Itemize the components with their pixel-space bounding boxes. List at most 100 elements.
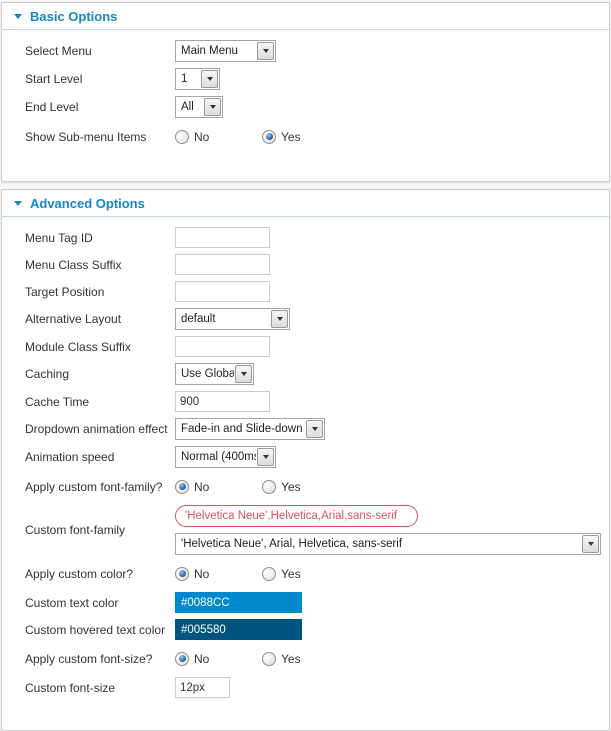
yes-radio[interactable] [262, 480, 276, 494]
custom-hover-color-label: Custom hovered text color [25, 623, 175, 637]
apply-font-size-label: Apply custom font-size? [25, 652, 175, 666]
selected-value: Normal (400ms) [176, 447, 256, 467]
start-level-dropdown[interactable]: 1 [175, 68, 220, 90]
start-level-label: Start Level [25, 72, 175, 86]
field-row: Start Level 1 [25, 68, 599, 90]
field-row: Animation speed Normal (400ms) [25, 446, 599, 468]
field-row: Apply custom color? No Yes [25, 563, 599, 584]
field-row: Dropdown animation effect Fade-in and Sl… [25, 418, 599, 440]
show-submenu-label: Show Sub-menu Items [25, 130, 175, 144]
field-row: Select Menu Main Menu [25, 40, 599, 62]
no-radio[interactable] [175, 130, 189, 144]
chevron-down-icon [257, 448, 274, 466]
advanced-options-body: Menu Tag ID Menu Class Suffix Target Pos… [2, 217, 609, 730]
chevron-down-icon [201, 70, 218, 88]
target-position-input[interactable] [175, 281, 270, 302]
custom-text-color-label: Custom text color [25, 596, 175, 610]
alternative-layout-label: Alternative Layout [25, 312, 175, 326]
apply-color-label: Apply custom color? [25, 567, 175, 581]
selected-value: Fade-in and Slide-down [176, 419, 305, 439]
animation-speed-label: Animation speed [25, 450, 175, 464]
field-row: End Level All [25, 96, 599, 118]
basic-options-body: Select Menu Main Menu Start Level 1 End … [2, 30, 609, 181]
custom-hover-color-input[interactable] [175, 619, 302, 640]
advanced-options-header[interactable]: Advanced Options [2, 190, 609, 217]
dropdown-animation-label: Dropdown animation effect [25, 422, 175, 436]
no-radio-label: No [194, 567, 209, 581]
animation-speed-dropdown[interactable]: Normal (400ms) [175, 446, 276, 468]
no-radio[interactable] [175, 567, 189, 581]
show-submenu-radio-group: No Yes [175, 130, 301, 144]
end-level-label: End Level [25, 100, 175, 114]
menu-tag-id-label: Menu Tag ID [25, 231, 175, 245]
collapse-caret-icon [14, 14, 22, 19]
field-row: Apply custom font-size? No Yes [25, 648, 599, 669]
select-menu-dropdown[interactable]: Main Menu [175, 40, 276, 62]
chevron-down-icon [582, 535, 599, 553]
field-row: Cache Time [25, 391, 599, 412]
no-radio-label: No [194, 480, 209, 494]
dropdown-animation-dropdown[interactable]: Fade-in and Slide-down [175, 418, 325, 440]
selected-value: default [176, 309, 221, 329]
chevron-down-icon [271, 310, 288, 328]
chevron-down-icon [257, 42, 274, 60]
yes-radio-label: Yes [281, 480, 301, 494]
selected-value: Use Global [176, 364, 234, 384]
alternative-layout-dropdown[interactable]: default [175, 308, 290, 330]
caching-label: Caching [25, 367, 175, 381]
selected-value: Main Menu [176, 41, 243, 61]
custom-font-family-input[interactable] [175, 505, 418, 527]
basic-options-header[interactable]: Basic Options [2, 3, 609, 30]
field-row: Caching Use Global [25, 363, 599, 385]
field-row: Custom text color [25, 592, 599, 613]
apply-font-size-radio-group: No Yes [175, 652, 301, 666]
collapse-caret-icon [14, 201, 22, 206]
cache-time-label: Cache Time [25, 395, 175, 409]
basic-options-panel: Basic Options Select Menu Main Menu Star… [1, 2, 610, 182]
target-position-label: Target Position [25, 285, 175, 299]
module-class-suffix-label: Module Class Suffix [25, 340, 175, 354]
no-radio[interactable] [175, 480, 189, 494]
caching-dropdown[interactable]: Use Global [175, 363, 254, 385]
apply-font-family-radio-group: No Yes [175, 480, 301, 494]
selected-value: 1 [176, 69, 192, 89]
field-row: Alternative Layout default [25, 308, 599, 330]
chevron-down-icon [306, 420, 323, 438]
apply-color-radio-group: No Yes [175, 567, 301, 581]
custom-font-family-dropdown[interactable]: 'Helvetica Neue', Arial, Helvetica, sans… [175, 533, 601, 555]
custom-text-color-input[interactable] [175, 592, 302, 613]
panel-title: Basic Options [30, 9, 117, 24]
field-row: Menu Tag ID [25, 227, 599, 248]
apply-font-family-label: Apply custom font-family? [25, 480, 175, 494]
menu-class-suffix-input[interactable] [175, 254, 270, 275]
menu-tag-id-input[interactable] [175, 227, 270, 248]
custom-font-size-label: Custom font-size [25, 681, 175, 695]
field-row: Custom font-size [25, 677, 599, 698]
chevron-down-icon [235, 365, 252, 383]
no-radio-label: No [194, 652, 209, 666]
advanced-options-panel: Advanced Options Menu Tag ID Menu Class … [1, 189, 610, 731]
field-row: Show Sub-menu Items No Yes [25, 126, 599, 147]
field-row: Apply custom font-family? No Yes [25, 476, 599, 497]
module-class-suffix-input[interactable] [175, 336, 270, 357]
selected-value: 'Helvetica Neue', Arial, Helvetica, sans… [176, 534, 407, 554]
yes-radio-label: Yes [281, 652, 301, 666]
end-level-dropdown[interactable]: All [175, 96, 223, 118]
field-row: Module Class Suffix [25, 336, 599, 357]
yes-radio-label: Yes [281, 130, 301, 144]
yes-radio[interactable] [262, 130, 276, 144]
field-row: Custom font-family 'Helvetica Neue', Ari… [25, 505, 599, 555]
yes-radio[interactable] [262, 652, 276, 666]
custom-font-size-input[interactable] [175, 677, 230, 698]
select-menu-label: Select Menu [25, 44, 175, 58]
cache-time-input[interactable] [175, 391, 270, 412]
custom-font-family-label: Custom font-family [25, 523, 175, 537]
field-row: Custom hovered text color [25, 619, 599, 640]
chevron-down-icon [204, 98, 221, 116]
field-row: Menu Class Suffix [25, 254, 599, 275]
panel-title: Advanced Options [30, 196, 145, 211]
custom-font-family-controls: 'Helvetica Neue', Arial, Helvetica, sans… [175, 505, 601, 555]
no-radio[interactable] [175, 652, 189, 666]
yes-radio[interactable] [262, 567, 276, 581]
field-row: Target Position [25, 281, 599, 302]
